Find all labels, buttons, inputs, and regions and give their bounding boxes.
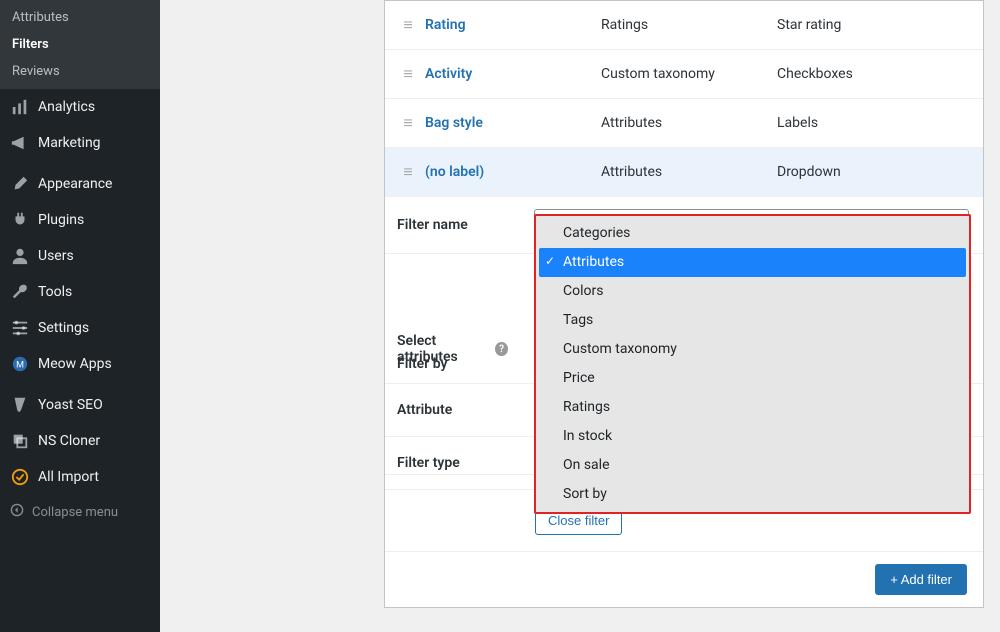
- filter-type: Star rating: [777, 17, 971, 33]
- content-area: ≡ Rating Ratings Star rating ≡ Activity …: [160, 0, 1000, 632]
- sidebar-item-label: Settings: [38, 320, 89, 336]
- sidebar-item-label: Marketing: [38, 135, 101, 151]
- yoast-icon: [10, 395, 30, 415]
- sidebar-item-label: Tools: [38, 284, 72, 300]
- sidebar-item-label: NS Cloner: [38, 433, 100, 449]
- brush-icon: [10, 174, 30, 194]
- sidebar-item-meow-apps[interactable]: M Meow Apps: [0, 346, 160, 382]
- plug-icon: [10, 210, 30, 230]
- dropdown-option[interactable]: Ratings: [539, 393, 966, 422]
- editor-row-filter-by: Filter by Categories Attributes Colors T…: [385, 254, 983, 475]
- add-filter-button[interactable]: + Add filter: [875, 564, 967, 595]
- sidebar-item-yoast[interactable]: Yoast SEO: [0, 387, 160, 423]
- sidebar-item-plugins[interactable]: Plugins: [0, 202, 160, 238]
- drag-handle-icon[interactable]: ≡: [397, 162, 419, 182]
- filter-row[interactable]: ≡ Activity Custom taxonomy Checkboxes: [385, 50, 983, 99]
- sidebar-item-label: Appearance: [38, 176, 112, 192]
- filter-source: Attributes: [601, 115, 771, 131]
- sidebar-item-analytics[interactable]: Analytics: [0, 89, 160, 125]
- filter-type: Labels: [777, 115, 971, 131]
- filter-editor: Filter name Filter by Categories Attribu…: [385, 197, 983, 551]
- megaphone-icon: [10, 133, 30, 153]
- svg-text:M: M: [16, 361, 24, 371]
- dropdown-option[interactable]: Tags: [539, 306, 966, 335]
- sidebar-collapse[interactable]: Collapse menu: [0, 495, 160, 529]
- filter-name-link[interactable]: Rating: [425, 17, 595, 33]
- sidebar-item-all-import[interactable]: All Import: [0, 459, 160, 495]
- sliders-icon: [10, 318, 30, 338]
- filter-row[interactable]: ≡ Bag style Attributes Labels: [385, 99, 983, 148]
- filter-name-link[interactable]: Bag style: [425, 115, 595, 131]
- filter-name-link[interactable]: Activity: [425, 66, 595, 82]
- user-icon: [10, 246, 30, 266]
- sidebar-item-label: Users: [38, 248, 74, 264]
- field-label: Filter by: [385, 254, 520, 474]
- sidebar-sub-filters[interactable]: Filters: [0, 31, 160, 58]
- dropdown-option[interactable]: Sort by: [539, 480, 966, 509]
- dropdown-option[interactable]: Attributes: [539, 248, 966, 277]
- sidebar-item-users[interactable]: Users: [0, 238, 160, 274]
- sidebar-item-settings[interactable]: Settings: [0, 310, 160, 346]
- panel-footer: + Add filter: [385, 551, 983, 607]
- dropdown-option[interactable]: Categories: [539, 219, 966, 248]
- analytics-icon: [10, 97, 30, 117]
- filter-type: Dropdown: [777, 164, 971, 180]
- filter-name-link[interactable]: (no label): [425, 164, 595, 180]
- filters-panel: ≡ Rating Ratings Star rating ≡ Activity …: [384, 0, 984, 608]
- sidebar-item-appearance[interactable]: Appearance: [0, 166, 160, 202]
- cloner-icon: [10, 431, 30, 451]
- filters-table: ≡ Rating Ratings Star rating ≡ Activity …: [385, 1, 983, 197]
- dropdown-option[interactable]: Custom taxonomy: [539, 335, 966, 364]
- filter-source: Custom taxonomy: [601, 66, 771, 82]
- sidebar-item-marketing[interactable]: Marketing: [0, 125, 160, 161]
- filter-row[interactable]: ≡ Rating Ratings Star rating: [385, 1, 983, 50]
- sidebar-item-label: Meow Apps: [38, 356, 112, 372]
- drag-handle-icon[interactable]: ≡: [397, 15, 419, 35]
- collapse-icon: [10, 503, 24, 521]
- drag-handle-icon[interactable]: ≡: [397, 113, 419, 133]
- sidebar-item-label: Analytics: [38, 99, 95, 115]
- sidebar-collapse-label: Collapse menu: [32, 505, 118, 520]
- dropdown-option[interactable]: Colors: [539, 277, 966, 306]
- dropdown-option[interactable]: In stock: [539, 422, 966, 451]
- import-icon: [10, 467, 30, 487]
- sidebar-submenu: Attributes Filters Reviews: [0, 0, 160, 89]
- sidebar-item-label: Yoast SEO: [38, 397, 103, 413]
- filter-type: Checkboxes: [777, 66, 971, 82]
- sidebar-sub-reviews[interactable]: Reviews: [0, 58, 160, 85]
- sidebar-item-label: All Import: [38, 469, 99, 485]
- sidebar-sub-attributes[interactable]: Attributes: [0, 4, 160, 31]
- admin-sidebar: Attributes Filters Reviews Analytics Mar…: [0, 0, 160, 632]
- sidebar-item-label: Plugins: [38, 212, 84, 228]
- filter-by-dropdown[interactable]: Categories Attributes Colors Tags Custom…: [534, 214, 971, 514]
- meow-icon: M: [10, 354, 30, 374]
- sidebar-item-ns-cloner[interactable]: NS Cloner: [0, 423, 160, 459]
- filter-source: Ratings: [601, 17, 771, 33]
- wrench-icon: [10, 282, 30, 302]
- dropdown-option[interactable]: On sale: [539, 451, 966, 480]
- filter-row[interactable]: ≡ (no label) Attributes Dropdown: [385, 148, 983, 197]
- dropdown-option[interactable]: Price: [539, 364, 966, 393]
- filter-source: Attributes: [601, 164, 771, 180]
- field-label: Filter name: [385, 197, 520, 253]
- drag-handle-icon[interactable]: ≡: [397, 64, 419, 84]
- sidebar-item-tools[interactable]: Tools: [0, 274, 160, 310]
